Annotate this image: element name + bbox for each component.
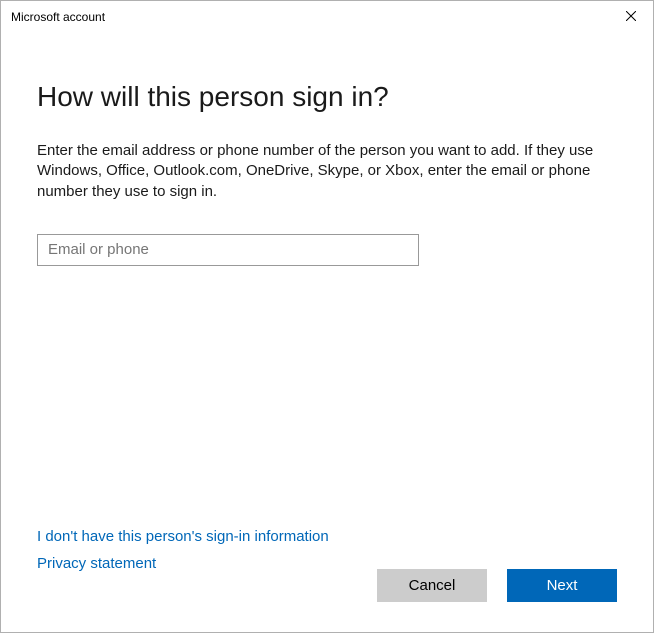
no-signin-info-link[interactable]: I don't have this person's sign-in infor… bbox=[37, 528, 329, 545]
close-button[interactable] bbox=[608, 1, 653, 33]
page-heading: How will this person sign in? bbox=[37, 81, 617, 113]
footer-buttons: Cancel Next bbox=[377, 569, 617, 602]
next-button[interactable]: Next bbox=[507, 569, 617, 602]
cancel-button[interactable]: Cancel bbox=[377, 569, 487, 602]
window-title: Microsoft account bbox=[11, 1, 105, 33]
privacy-statement-link[interactable]: Privacy statement bbox=[37, 555, 329, 572]
email-or-phone-input[interactable] bbox=[37, 234, 419, 266]
dialog-body: How will this person sign in? Enter the … bbox=[1, 33, 653, 632]
links-section: I don't have this person's sign-in infor… bbox=[37, 528, 329, 582]
titlebar: Microsoft account bbox=[1, 1, 653, 33]
description-text: Enter the email address or phone number … bbox=[37, 141, 597, 202]
close-icon bbox=[626, 10, 636, 24]
content-area: How will this person sign in? Enter the … bbox=[1, 33, 653, 266]
